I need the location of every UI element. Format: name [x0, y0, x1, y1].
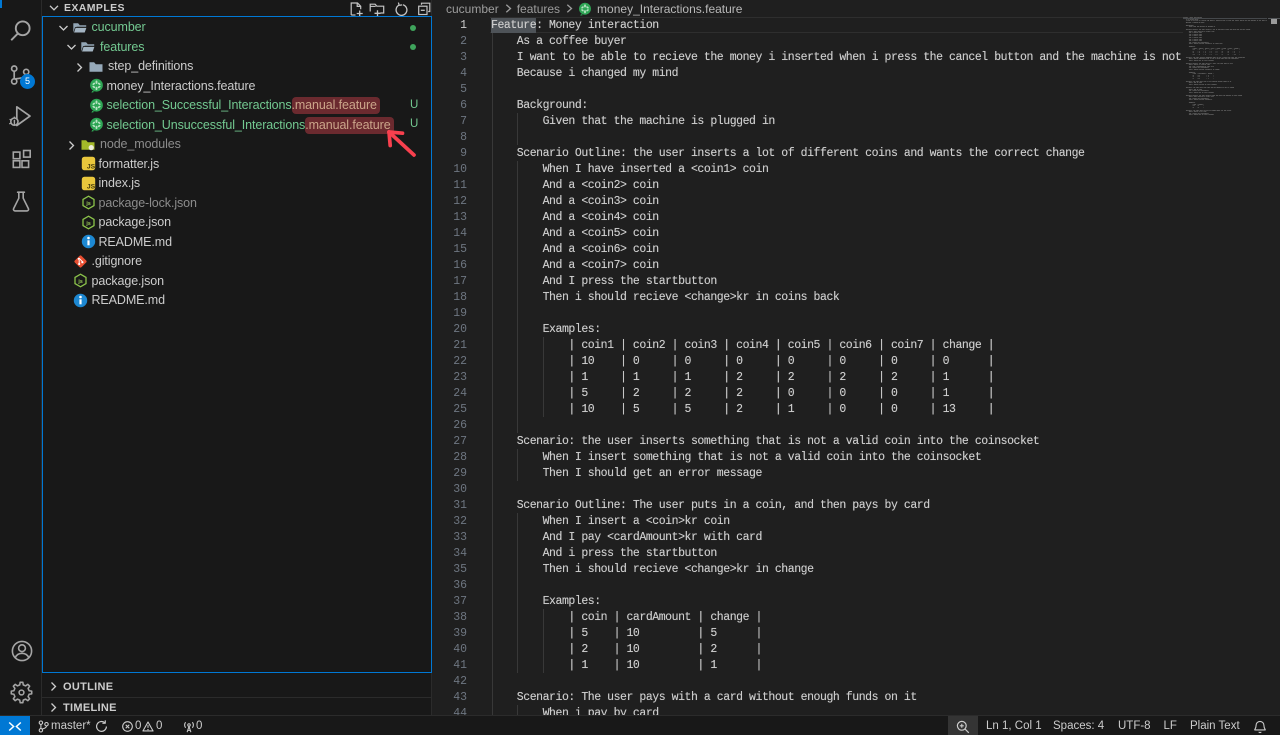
svg-text:js: js [85, 201, 90, 207]
svg-text:JS: JS [87, 183, 96, 190]
svg-text:js: js [85, 220, 90, 226]
svg-text:js: js [77, 279, 82, 285]
svg-text:JS: JS [87, 163, 96, 170]
